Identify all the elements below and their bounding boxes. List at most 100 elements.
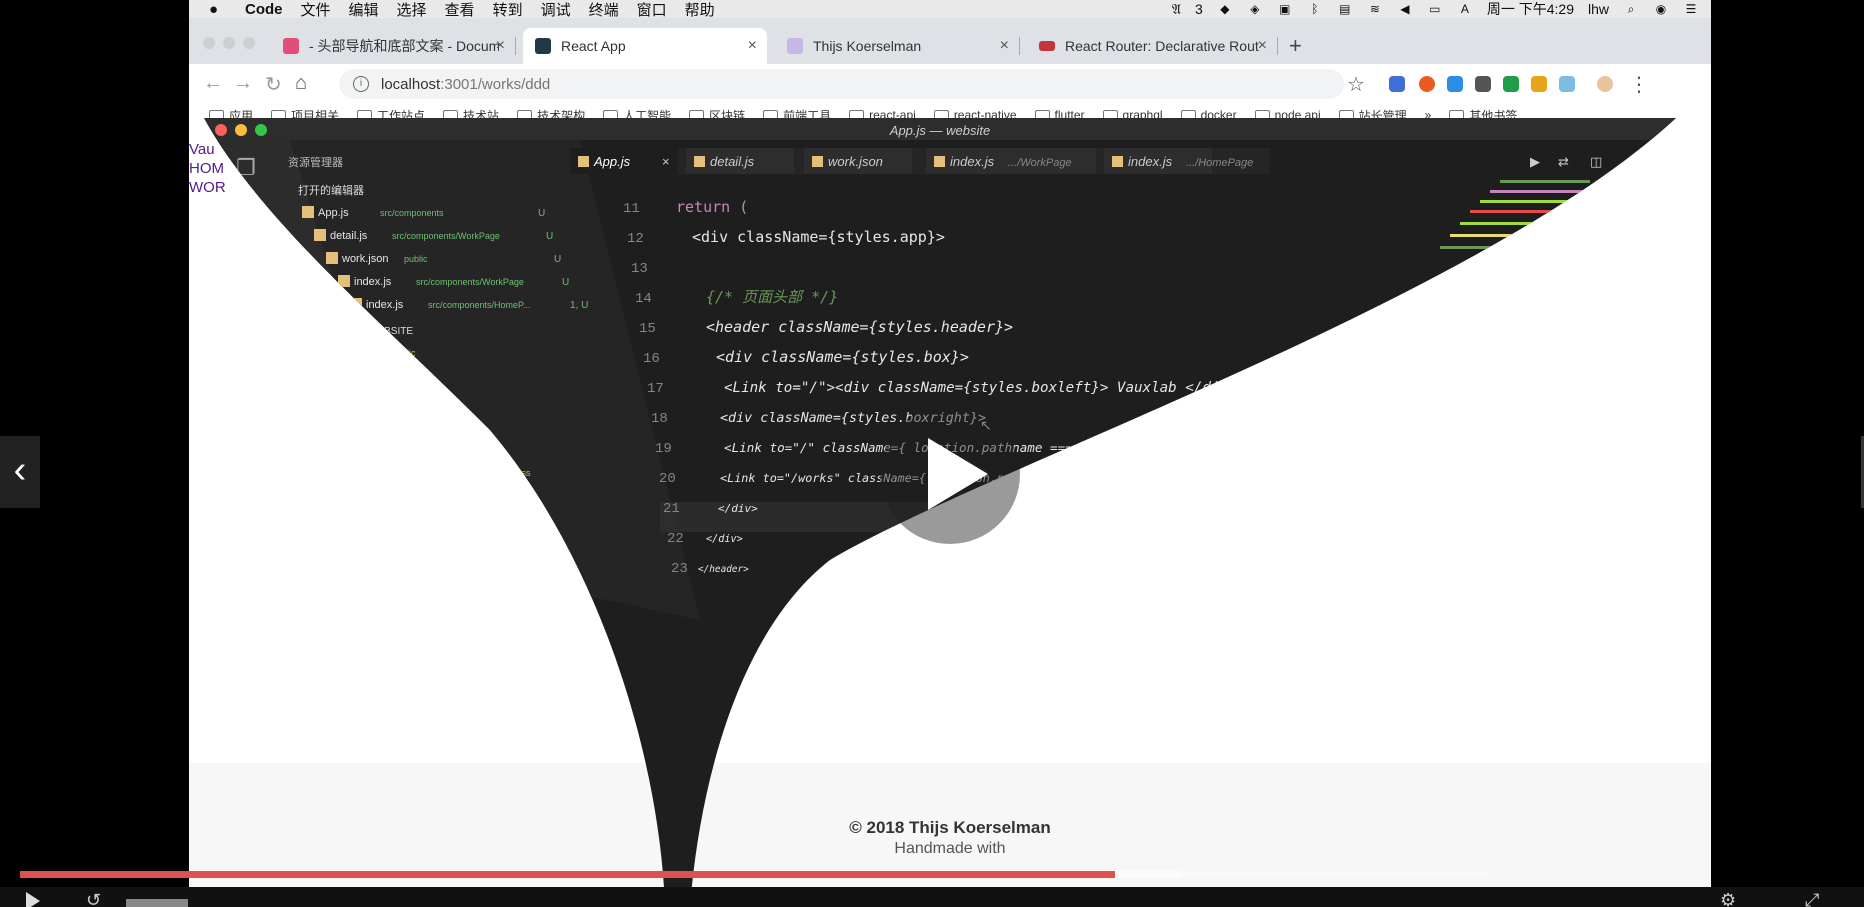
minimap-line xyxy=(1480,200,1600,203)
line-number: 20 xyxy=(659,471,676,487)
js-file-icon xyxy=(694,156,705,167)
git-status-badge: U xyxy=(562,277,569,288)
tree-item[interactable]: public xyxy=(392,348,416,358)
folder-icon xyxy=(408,419,418,429)
open-editor-item[interactable]: index.js xyxy=(366,299,404,311)
open-editor-path: src/components/WorkPage xyxy=(392,231,500,241)
editor-minimize-button[interactable] xyxy=(235,124,247,136)
split-editor-icon[interactable]: ◫ xyxy=(1590,155,1602,170)
open-editor-path: src/components/HomeP... xyxy=(428,300,530,310)
video-control-bar xyxy=(0,887,1864,907)
tree-item[interactable]: detail.js xyxy=(484,540,515,550)
tree-item[interactable]: Styles.less xyxy=(512,636,556,646)
code-line[interactable]: <header className={styles.header}> xyxy=(706,318,1013,336)
open-editor-path: src/components xyxy=(380,208,444,218)
open-editors-header: 打开的编辑器 xyxy=(298,183,364,197)
minimap-line xyxy=(1450,234,1520,237)
line-number: 14 xyxy=(635,291,652,307)
line-number: 21 xyxy=(663,501,680,517)
file-icon xyxy=(454,515,464,525)
tree-item[interactable]: components xyxy=(422,420,472,430)
extensions-icon[interactable]: ▣ xyxy=(356,373,375,397)
search-icon[interactable]: ⌕ xyxy=(260,209,272,234)
file-icon xyxy=(424,443,434,453)
settings-icon[interactable]: ⚙ xyxy=(1720,891,1736,907)
open-editor-path: public xyxy=(404,254,428,264)
code-line[interactable]: <Link to="/works" className={ location.p… xyxy=(720,471,1395,485)
rewind-icon[interactable]: ↺ xyxy=(86,891,101,907)
code-line[interactable]: {/* 页面头部 */} xyxy=(706,288,838,306)
workspace-header: WEBSITE xyxy=(368,326,413,337)
compare-icon[interactable]: ⇄ xyxy=(1558,155,1569,170)
file-icon xyxy=(440,467,450,477)
line-number: 15 xyxy=(639,321,656,337)
tree-item[interactable]: index.js xyxy=(452,492,483,502)
file-icon xyxy=(470,539,480,549)
run-icon[interactable]: ▶ xyxy=(1530,155,1540,170)
code-line[interactable]: </header> xyxy=(698,564,749,575)
more-actions-icon[interactable]: ⋯ xyxy=(1624,155,1637,170)
small-play-icon[interactable] xyxy=(26,892,40,907)
chevron-left-icon[interactable]: ‹ xyxy=(0,436,40,508)
editor-tabs: App.js × detail.js work.json index.js .../Wor… xyxy=(570,148,1253,174)
progress-played[interactable] xyxy=(20,871,1116,878)
tree-item[interactable]: logo.svg xyxy=(544,684,578,694)
open-editor-item[interactable]: App.js xyxy=(318,207,349,219)
line-number: 18 xyxy=(651,411,668,427)
folder-icon xyxy=(394,371,404,381)
tree-item[interactable]: src xyxy=(408,372,420,382)
code-line[interactable]: <div className={styles.app}> xyxy=(692,228,945,246)
file-icon xyxy=(498,635,508,645)
js-file-icon xyxy=(934,156,945,167)
git-status-badge: U xyxy=(546,231,553,242)
editor-tab-label: index.js xyxy=(950,154,995,169)
editor-zoom-button[interactable] xyxy=(255,124,267,136)
js-file-icon xyxy=(812,156,823,167)
editor-tab-label: App.js xyxy=(593,154,631,169)
open-editor-item[interactable]: detail.js xyxy=(330,230,368,242)
editor-close-button[interactable] xyxy=(215,124,227,136)
file-icon xyxy=(514,659,524,669)
volume-slider[interactable] xyxy=(126,899,188,907)
docker-icon[interactable]: ◆ xyxy=(388,430,402,451)
file-icon xyxy=(438,491,448,501)
minimap-line xyxy=(1470,210,1570,213)
code-line[interactable]: <div className={styles.box}> xyxy=(716,348,969,366)
code-line[interactable]: </div> xyxy=(706,534,743,545)
line-number: 17 xyxy=(647,381,664,397)
fullscreen-icon[interactable]: ⤢ xyxy=(1805,891,1819,907)
debug-icon[interactable]: ⊘ xyxy=(322,317,339,341)
tree-item[interactable]: Home.module.scss xyxy=(454,468,531,478)
code-line[interactable]: <Link to="/" className={ location.pathna… xyxy=(724,440,1369,455)
open-editor-path: src/components/WorkPage xyxy=(416,277,524,287)
tree-item[interactable]: assets xyxy=(424,396,451,406)
js-file-icon xyxy=(350,298,362,310)
explorer-icon[interactable]: ❐ xyxy=(236,156,256,181)
tree-item[interactable]: WorkPage xyxy=(468,516,510,526)
js-file-icon xyxy=(302,206,314,218)
js-file-icon xyxy=(326,252,338,264)
editor-tab-label: work.json xyxy=(828,154,883,169)
file-icon xyxy=(500,611,510,621)
source-control-icon[interactable]: ⑂ xyxy=(292,257,304,281)
code-line[interactable]: </div> xyxy=(718,502,758,515)
line-number: 12 xyxy=(627,231,644,247)
tree-item[interactable]: index.js xyxy=(482,564,513,574)
minimap-line xyxy=(1460,222,1540,225)
open-editor-item[interactable]: work.json xyxy=(341,253,388,265)
code-line[interactable]: <Link to="/"><div className={styles.boxl… xyxy=(724,380,1296,396)
code-line[interactable]: return ( xyxy=(676,198,748,216)
open-editor-item[interactable]: index.js xyxy=(354,276,392,288)
js-file-icon xyxy=(338,275,350,287)
tree-item[interactable]: HomePage xyxy=(438,444,483,454)
play-icon[interactable] xyxy=(928,438,988,510)
editor-tab-close-icon[interactable]: × xyxy=(662,154,670,169)
minimap-line xyxy=(1440,246,1500,249)
git-status-badge: 1, U xyxy=(570,300,588,311)
tree-item[interactable]: App.js xyxy=(514,612,540,622)
folder-icon xyxy=(410,395,420,405)
line-number: 13 xyxy=(631,261,648,277)
tree-item[interactable]: App.module.scss xyxy=(498,588,567,598)
js-file-icon xyxy=(578,156,589,167)
tree-item[interactable]: index.js xyxy=(528,660,559,670)
